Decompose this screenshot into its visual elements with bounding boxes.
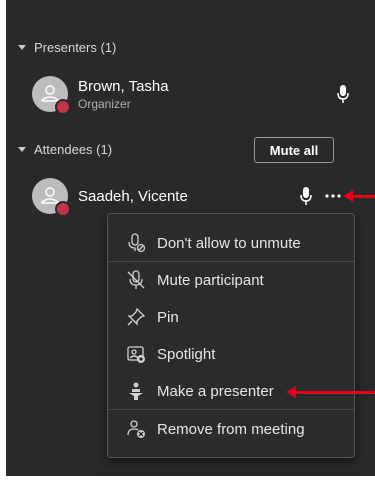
remove-person-icon <box>125 418 147 440</box>
presenter-icon <box>125 380 147 402</box>
menu-item-label: Remove from meeting <box>157 420 305 438</box>
menu-item-remove-from-meeting[interactable]: Remove from meeting <box>108 411 354 447</box>
mic-icon[interactable] <box>336 84 350 104</box>
mic-blocked-icon <box>125 232 147 254</box>
menu-item-label: Mute participant <box>157 271 264 289</box>
avatar <box>32 178 71 217</box>
caret-down-icon <box>18 147 26 152</box>
menu-item-dont-allow-unmute[interactable]: Don't allow to unmute <box>108 225 354 261</box>
mic-off-icon <box>125 269 147 291</box>
pin-icon <box>125 306 147 328</box>
menu-item-spotlight[interactable]: Spotlight <box>108 336 354 372</box>
mute-all-button[interactable]: Mute all <box>254 137 334 163</box>
caret-down-icon <box>18 45 26 50</box>
participant-name: Saadeh, Vicente <box>78 187 188 205</box>
menu-item-label: Spotlight <box>157 345 216 363</box>
attendees-header-label: Attendees (1) <box>34 142 113 157</box>
status-busy-icon <box>55 99 71 115</box>
menu-item-label: Pin <box>157 308 179 326</box>
attendees-section-header[interactable]: Attendees (1) <box>18 142 112 157</box>
more-options-icon[interactable] <box>324 193 342 199</box>
presenters-header-label: Presenters (1) <box>34 40 117 55</box>
menu-item-pin[interactable]: Pin <box>108 299 354 335</box>
participant-row-attendee[interactable]: Saadeh, Vicente <box>32 178 188 217</box>
menu-divider <box>108 409 354 410</box>
spotlight-icon <box>125 343 147 365</box>
mic-icon[interactable] <box>299 186 313 206</box>
status-busy-icon <box>55 201 71 217</box>
participant-role: Organizer <box>78 96 131 111</box>
presenters-section-header[interactable]: Presenters (1) <box>18 40 116 55</box>
menu-item-label: Don't allow to unmute <box>157 234 301 252</box>
annotation-arrow-more-options <box>343 190 375 202</box>
annotation-arrow-make-presenter <box>286 386 375 398</box>
participant-row-presenter[interactable]: Brown, Tasha Organizer <box>32 76 169 115</box>
participants-panel: Presenters (1) Brown, Tasha Organizer At… <box>6 0 375 476</box>
menu-item-mute-participant[interactable]: Mute participant <box>108 262 354 298</box>
avatar <box>32 76 71 115</box>
participant-name: Brown, Tasha <box>78 77 169 95</box>
menu-item-label: Make a presenter <box>157 382 274 400</box>
participant-context-menu: Don't allow to unmute Mute participant P… <box>107 213 355 458</box>
